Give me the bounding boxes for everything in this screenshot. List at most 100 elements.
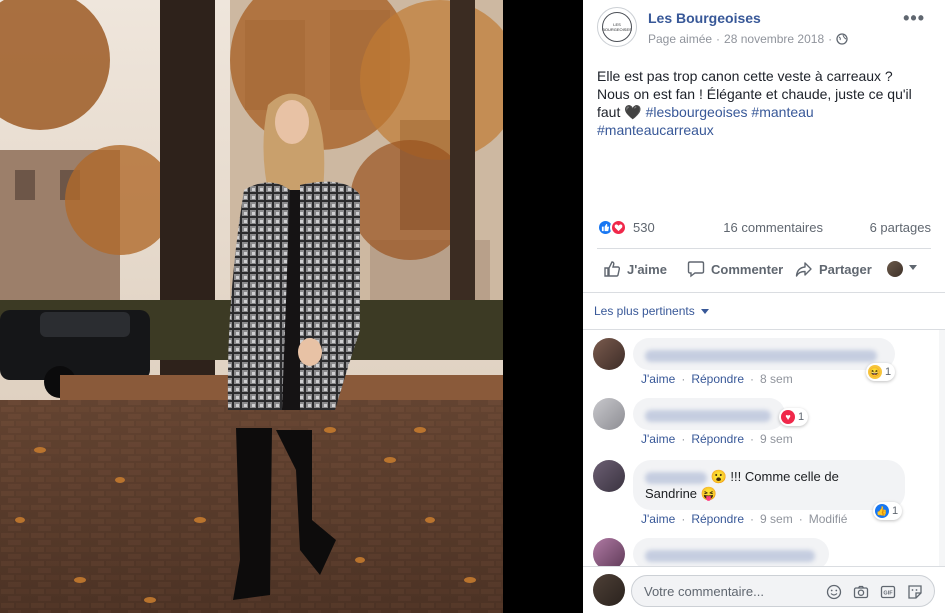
post-meta: Page aimée · 28 novembre 2018 · xyxy=(648,32,848,46)
comment-time[interactable]: 9 sem xyxy=(760,512,793,526)
separator: · xyxy=(750,432,755,446)
post-detail-panel: LES BOURGEOISES Les Bourgeoises Page aim… xyxy=(583,0,945,613)
comments-count[interactable]: 16 commentaires xyxy=(723,220,823,235)
page-liked-status: Page aimée xyxy=(648,32,713,46)
meta-separator: · xyxy=(828,32,833,46)
heart-emoji-icon: ♥ xyxy=(781,410,795,424)
commenter-avatar[interactable] xyxy=(593,398,625,430)
comment-reaction-badge[interactable]: 😆 1 xyxy=(866,363,896,381)
comment-bubble xyxy=(633,398,785,430)
commenter-name-blurred[interactable] xyxy=(645,471,707,484)
post-actions: J'aime Commenter Partager xyxy=(597,252,931,286)
comment-item xyxy=(593,538,938,570)
commenter-name-blurred[interactable] xyxy=(645,409,771,422)
more-options-icon[interactable]: ••• xyxy=(903,8,925,29)
post-date-link[interactable]: 28 novembre 2018 xyxy=(724,32,824,46)
haha-emoji-icon: 😆 xyxy=(868,365,882,379)
comment-actions: J'aime · Répondre · 9 sem xyxy=(641,432,793,446)
comments-scrollbar[interactable] xyxy=(939,330,945,566)
comment-reply-link[interactable]: Répondre xyxy=(691,512,744,526)
hashtag-link[interactable]: #lesbourgeoises xyxy=(646,104,748,120)
sticker-icon[interactable] xyxy=(906,583,924,601)
svg-text:GIF: GIF xyxy=(883,591,893,597)
comment-bubble xyxy=(633,338,895,370)
comment-time[interactable]: 8 sem xyxy=(760,372,793,386)
caret-down-icon xyxy=(700,308,709,314)
post-header: LES BOURGEOISES Les Bourgeoises Page aim… xyxy=(583,0,945,60)
separator: · xyxy=(750,372,755,386)
comment-like-link[interactable]: J'aime xyxy=(641,372,675,386)
comment-reaction-count: 1 xyxy=(885,366,892,378)
comment-reaction-badge[interactable]: ♥ 1 xyxy=(779,408,809,426)
photo-illustration xyxy=(0,0,503,613)
comment-sort-bar: Les plus pertinents xyxy=(583,292,945,330)
thumbs-up-icon xyxy=(604,261,621,277)
post-text-line: Nous on est fan ! Élégante et chaude, ju… xyxy=(597,86,912,102)
comment-bubble: 😮 !!! Comme celle de Sandrine 😝 xyxy=(633,460,905,510)
comment-reply-link[interactable]: Répondre xyxy=(691,432,744,446)
comment-reply-link[interactable]: Répondre xyxy=(691,372,744,386)
like-emoji-icon: 👍 xyxy=(875,504,889,518)
gif-icon[interactable]: GIF xyxy=(879,583,897,601)
comment-label: Commenter xyxy=(711,261,784,277)
comment-time[interactable]: 9 sem xyxy=(760,432,793,446)
comment-text-line: Sandrine 😝 xyxy=(645,486,717,501)
reaction-icons[interactable] xyxy=(597,219,627,236)
commenter-avatar[interactable] xyxy=(593,338,625,370)
comment-actions: J'aime · Répondre · 9 sem · Modifié xyxy=(641,512,847,526)
comment-item: ♥ 1 J'aime · Répondre · 9 sem xyxy=(593,398,938,450)
post-message: Elle est pas trop canon cette veste à ca… xyxy=(597,67,927,139)
like-button[interactable]: J'aime xyxy=(603,260,667,278)
comment-item: 😆 1 J'aime · Répondre · 8 sem xyxy=(593,338,938,390)
separator: · xyxy=(750,512,755,526)
globe-icon[interactable] xyxy=(836,33,848,45)
post-text-line: Elle est pas trop canon cette veste à ca… xyxy=(597,68,893,84)
post-text-line: #manteaucarreaux xyxy=(597,121,927,139)
comment-composer: Votre commentaire... GIF xyxy=(583,566,945,613)
comment-like-link[interactable]: J'aime xyxy=(641,512,675,526)
sort-label: Les plus pertinents xyxy=(594,304,695,318)
comment-button[interactable]: Commenter xyxy=(687,260,783,278)
comment-item: 😮 !!! Comme celle de Sandrine 😝 👍 1 J'ai… xyxy=(593,460,938,532)
chevron-down-icon[interactable] xyxy=(909,265,917,270)
divider xyxy=(597,248,931,249)
shares-count[interactable]: 6 partages xyxy=(870,220,931,235)
commenter-name-blurred[interactable] xyxy=(645,549,815,562)
post-stats: 530 16 commentaires 6 partages xyxy=(597,218,931,238)
separator: · xyxy=(681,372,686,386)
page-logo-text: LES BOURGEOISES xyxy=(602,12,632,42)
commenter-name-blurred[interactable] xyxy=(645,349,877,362)
emoji-smiley-icon[interactable] xyxy=(825,583,843,601)
share-arrow-icon xyxy=(795,262,812,277)
comment-bubble-icon xyxy=(687,261,705,278)
page-name-link[interactable]: Les Bourgeoises xyxy=(648,10,761,26)
comment-input[interactable]: Votre commentaire... GIF xyxy=(631,575,935,607)
like-label: J'aime xyxy=(627,261,667,277)
comment-like-link[interactable]: J'aime xyxy=(641,432,675,446)
separator: · xyxy=(798,512,803,526)
comment-text: 😮 !!! Comme celle de xyxy=(710,469,839,484)
camera-icon[interactable] xyxy=(852,583,870,601)
post-text-fragment: faut 🖤 xyxy=(597,104,646,120)
composer-icons: GIF xyxy=(825,583,924,601)
comment-reaction-count: 1 xyxy=(798,411,805,423)
comment-reaction-badge[interactable]: 👍 1 xyxy=(873,502,903,520)
love-reaction-icon xyxy=(610,219,627,236)
hashtag-link[interactable]: #manteaucarreaux xyxy=(597,122,714,138)
separator: · xyxy=(681,432,686,446)
share-button[interactable]: Partager xyxy=(795,260,872,278)
post-photo[interactable] xyxy=(0,0,503,613)
reactions-count[interactable]: 530 xyxy=(633,220,655,235)
page-avatar[interactable]: LES BOURGEOISES xyxy=(597,7,637,47)
commenter-avatar[interactable] xyxy=(593,460,625,492)
viewer-avatar[interactable] xyxy=(887,261,903,277)
edited-label[interactable]: Modifié xyxy=(809,512,848,526)
comment-text-line: 😮 !!! Comme celle de xyxy=(645,468,893,485)
comment-sort-dropdown[interactable]: Les plus pertinents xyxy=(594,304,709,318)
hashtag-link[interactable]: #manteau xyxy=(751,104,813,120)
comment-input-placeholder: Votre commentaire... xyxy=(644,584,764,599)
meta-separator: · xyxy=(716,32,721,46)
comment-actions: J'aime · Répondre · 8 sem xyxy=(641,372,793,386)
photo-viewer: LES BOURGEOISES Les Bourgeoises Page aim… xyxy=(0,0,945,613)
post-text-line: faut 🖤 #lesbourgeoises #manteau xyxy=(597,103,927,121)
